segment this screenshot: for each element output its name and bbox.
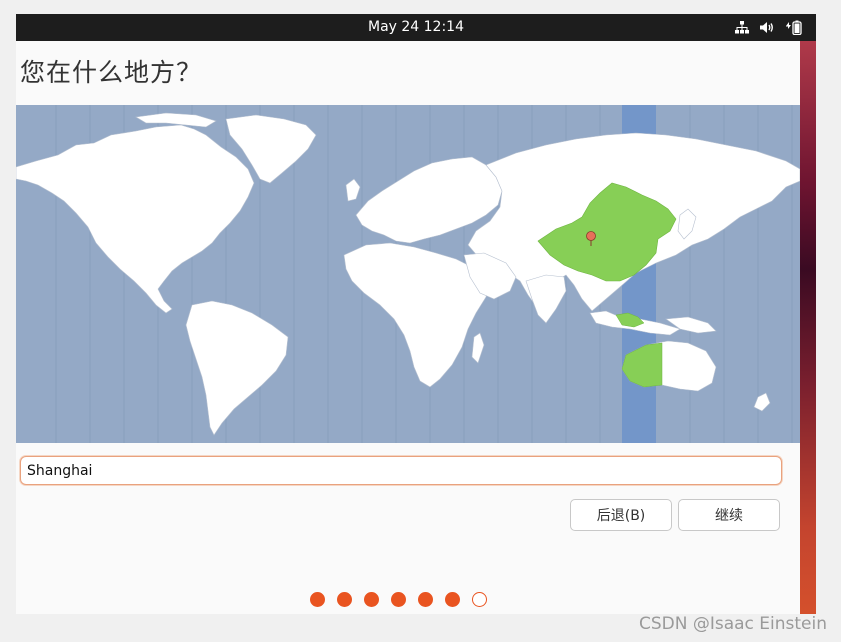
volume-icon[interactable] bbox=[760, 21, 775, 34]
system-tray[interactable] bbox=[735, 14, 802, 41]
watermark: CSDN @Isaac Einstein bbox=[638, 614, 827, 634]
progress-dot-7 bbox=[472, 592, 487, 607]
arctic-islands bbox=[135, 112, 217, 128]
progress-dot-3 bbox=[364, 592, 379, 607]
south-america bbox=[185, 300, 289, 436]
world-map[interactable] bbox=[16, 105, 800, 443]
timezone-map[interactable] bbox=[16, 105, 800, 443]
installer-window: 您在什么地方？ Shanghai 后退(B) 继续 bbox=[16, 41, 800, 614]
page-title: 您在什么地方？ bbox=[20, 58, 203, 87]
new-zealand bbox=[753, 392, 771, 412]
north-america bbox=[16, 124, 255, 314]
network-icon[interactable] bbox=[735, 21, 749, 34]
desktop-wallpaper bbox=[800, 40, 816, 614]
continue-button[interactable]: 继续 bbox=[678, 499, 780, 531]
progress-dot-4 bbox=[391, 592, 406, 607]
top-bar: May 24 12:14 bbox=[16, 14, 816, 41]
location-input[interactable] bbox=[20, 456, 782, 485]
clock[interactable]: May 24 12:14 bbox=[16, 14, 816, 41]
back-button[interactable]: 后退(B) bbox=[570, 499, 672, 531]
progress-dots bbox=[310, 592, 487, 607]
continents bbox=[16, 112, 800, 436]
madagascar bbox=[471, 332, 485, 364]
british-isles bbox=[345, 178, 361, 202]
progress-dot-6 bbox=[445, 592, 460, 607]
progress-dot-2 bbox=[337, 592, 352, 607]
battery-icon[interactable] bbox=[786, 20, 802, 35]
progress-dot-5 bbox=[418, 592, 433, 607]
progress-dot-1 bbox=[310, 592, 325, 607]
